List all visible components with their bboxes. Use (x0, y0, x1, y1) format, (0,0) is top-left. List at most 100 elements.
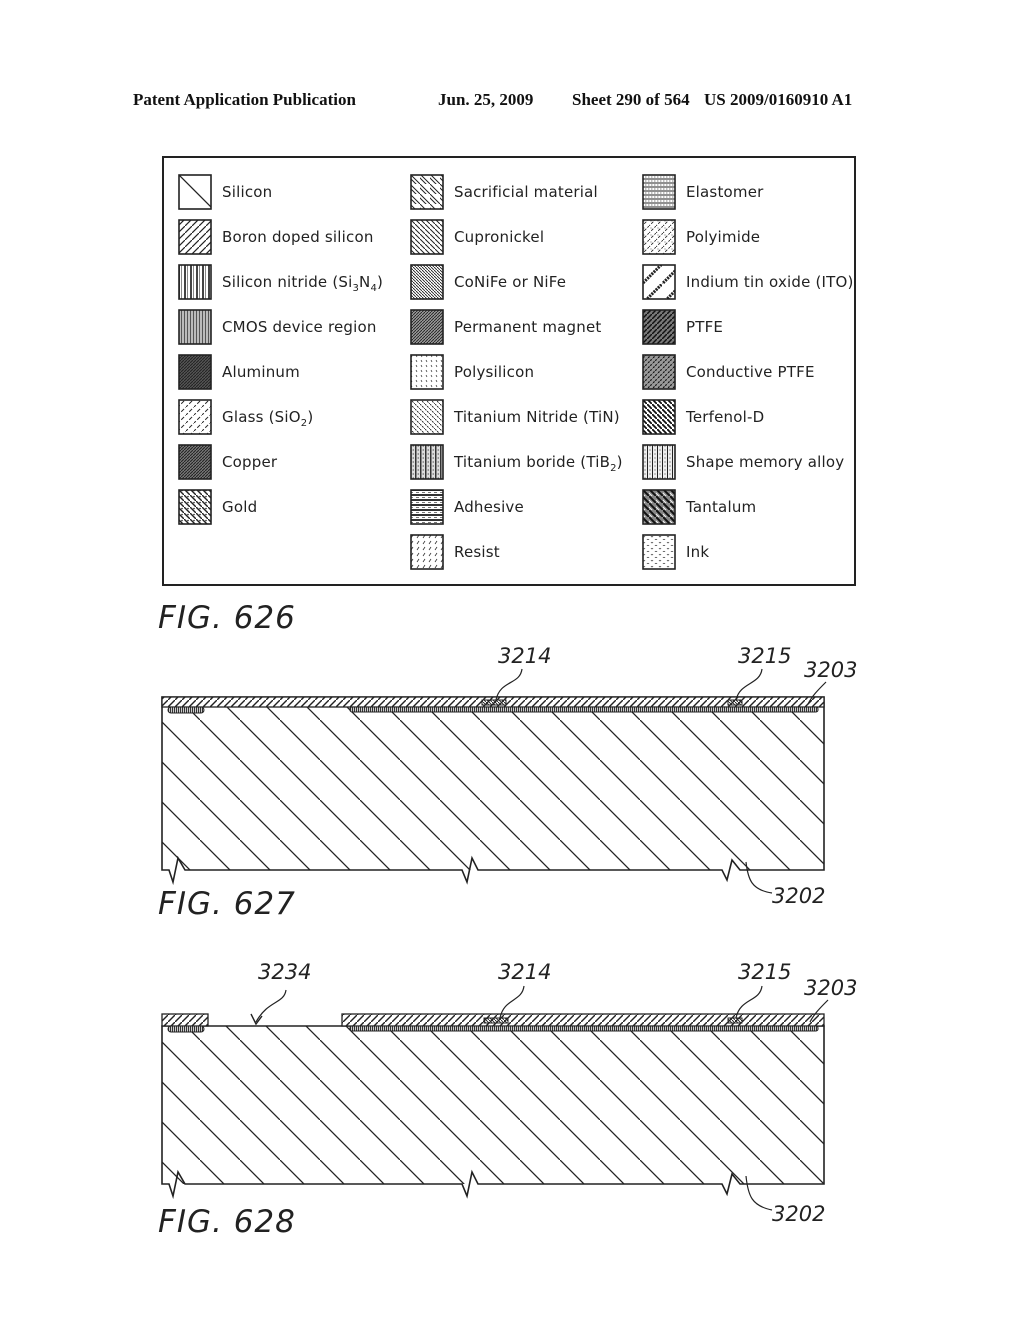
legend-label: Aluminum (222, 363, 300, 381)
fig627-oxide-layer-3203 (161, 696, 825, 708)
legend-item-tantalum: Tantalum (642, 489, 872, 529)
fig628-ref-3234: 3234 (258, 960, 312, 984)
swatch-ptfe-icon (642, 309, 676, 345)
fig627-contact-3214 (481, 699, 507, 706)
fig628-substrate (162, 1026, 824, 1184)
swatch-glass-icon (178, 399, 212, 435)
legend-item-cupronickel: Cupronickel (410, 219, 640, 259)
legend-item-cmos: CMOS device region (178, 309, 408, 349)
patent-number: US 2009/0160910 A1 (704, 90, 853, 109)
legend-item-glass: Glass (SiO2) (178, 399, 408, 439)
legend-label: Glass (SiO2) (222, 408, 314, 429)
fig628-ref-3202: 3202 (772, 1202, 826, 1226)
swatch-elastomer-icon (642, 174, 676, 210)
legend-label: Silicon nitride (Si3N4) (222, 273, 384, 294)
swatch-ito-icon (642, 264, 676, 300)
legend-label: Silicon (222, 183, 273, 201)
fig628-contact-3214 (483, 1017, 509, 1024)
legend-label: Tantalum (686, 498, 757, 516)
legend-item-gold: Gold (178, 489, 408, 529)
legend-item-elastomer: Elastomer (642, 174, 872, 214)
legend-label: Boron doped silicon (222, 228, 374, 246)
legend-label: Permanent magnet (454, 318, 602, 336)
swatch-boron-icon (178, 219, 212, 255)
legend-item-sacrificial: Sacrificial material (410, 174, 640, 214)
swatch-ink-icon (642, 534, 676, 570)
legend-item-sma: Shape memory alloy (642, 444, 872, 484)
swatch-sacrificial-icon (410, 174, 444, 210)
figure-627-label: FIG. 627 (158, 886, 296, 922)
swatch-aluminum-icon (178, 354, 212, 390)
legend-item-ink: Ink (642, 534, 872, 574)
legend-item-silicon: Silicon (178, 174, 408, 214)
legend-item-adhesive: Adhesive (410, 489, 640, 529)
legend-label: Copper (222, 453, 278, 471)
fig628-leader-3214 (499, 985, 525, 1019)
legend-item-copper: Copper (178, 444, 408, 484)
swatch-polysilicon-icon (410, 354, 444, 390)
legend-item-magnet: Permanent magnet (410, 309, 640, 349)
patent-header: Patent Application Publication Jun. 25, … (133, 90, 893, 112)
legend-item-tib2: Titanium boride (TiB2) (410, 444, 640, 484)
swatch-tin-icon (410, 399, 444, 435)
legend-item-polyimide: Polyimide (642, 219, 872, 259)
legend-item-ito: Indium tin oxide (ITO) (642, 264, 872, 304)
fig628-oxide-right-3203 (341, 1013, 825, 1027)
fig628-cmos-right (349, 1025, 819, 1032)
fig628-leader-3234 (255, 989, 287, 1023)
legend-label: Resist (454, 543, 500, 561)
sheet-number: Sheet 290 of 564 (572, 90, 690, 109)
fig627-leader-3202 (745, 861, 773, 894)
legend-label: Gold (222, 498, 258, 516)
fig627-ref-3202: 3202 (772, 884, 826, 908)
fig627-cmos-right (349, 706, 819, 713)
fig628-ref-3215: 3215 (738, 960, 792, 984)
legend-label: Polyimide (686, 228, 761, 246)
swatch-adhesive-icon (410, 489, 444, 525)
swatch-nitride-icon (178, 264, 212, 300)
legend-item-cptfe: Conductive PTFE (642, 354, 872, 394)
fig628-oxide-left (161, 1013, 209, 1027)
fig628-contact-3215 (727, 1017, 743, 1024)
legend-label: Titanium Nitride (TiN) (454, 408, 620, 426)
fig627-contact-3215 (727, 699, 743, 706)
fig628-outline (161, 1025, 825, 1200)
legend-item-ptfe: PTFE (642, 309, 872, 349)
legend-label: CMOS device region (222, 318, 377, 336)
legend-label: Titanium boride (TiB2) (454, 453, 623, 474)
legend-item-polysilicon: Polysilicon (410, 354, 640, 394)
swatch-terfenol-icon (642, 399, 676, 435)
fig627-leader-3214 (495, 668, 523, 701)
legend-label: Polysilicon (454, 363, 535, 381)
legend-label: Shape memory alloy (686, 453, 845, 471)
legend-label: CoNiFe or NiFe (454, 273, 567, 291)
legend-label: Ink (686, 543, 710, 561)
legend-label: Elastomer (686, 183, 764, 201)
swatch-cmos-icon (178, 309, 212, 345)
fig628-leader-3215 (735, 985, 763, 1019)
publication-title: Patent Application Publication (133, 90, 356, 109)
legend-item-boron: Boron doped silicon (178, 219, 408, 259)
fig627-outline (161, 696, 825, 886)
fig627-leader-3203 (807, 681, 827, 705)
legend-item-aluminum: Aluminum (178, 354, 408, 394)
swatch-silicon-icon (178, 174, 212, 210)
fig628-ref-3214: 3214 (498, 960, 552, 984)
legend-label: Indium tin oxide (ITO) (686, 273, 854, 291)
swatch-tantalum-icon (642, 489, 676, 525)
fig627-ref-3214: 3214 (498, 644, 552, 668)
swatch-tib2-icon (410, 444, 444, 480)
fig628-leader-3203 (809, 999, 829, 1023)
legend-item-nitride: Silicon nitride (Si3N4) (178, 264, 408, 304)
fig627-ref-3215: 3215 (738, 644, 792, 668)
swatch-copper-icon (178, 444, 212, 480)
figure-626-label: FIG. 626 (158, 600, 296, 636)
swatch-gold-icon (178, 489, 212, 525)
legend-label: Sacrificial material (454, 183, 598, 201)
fig628-leader-3202 (745, 1175, 773, 1211)
fig627-cmos-left (167, 706, 205, 714)
materials-legend: Silicon Boron doped silicon Silicon nitrid… (162, 156, 856, 586)
fig628-cmos-left (167, 1025, 205, 1033)
legend-label: Cupronickel (454, 228, 545, 246)
swatch-cptfe-icon (642, 354, 676, 390)
